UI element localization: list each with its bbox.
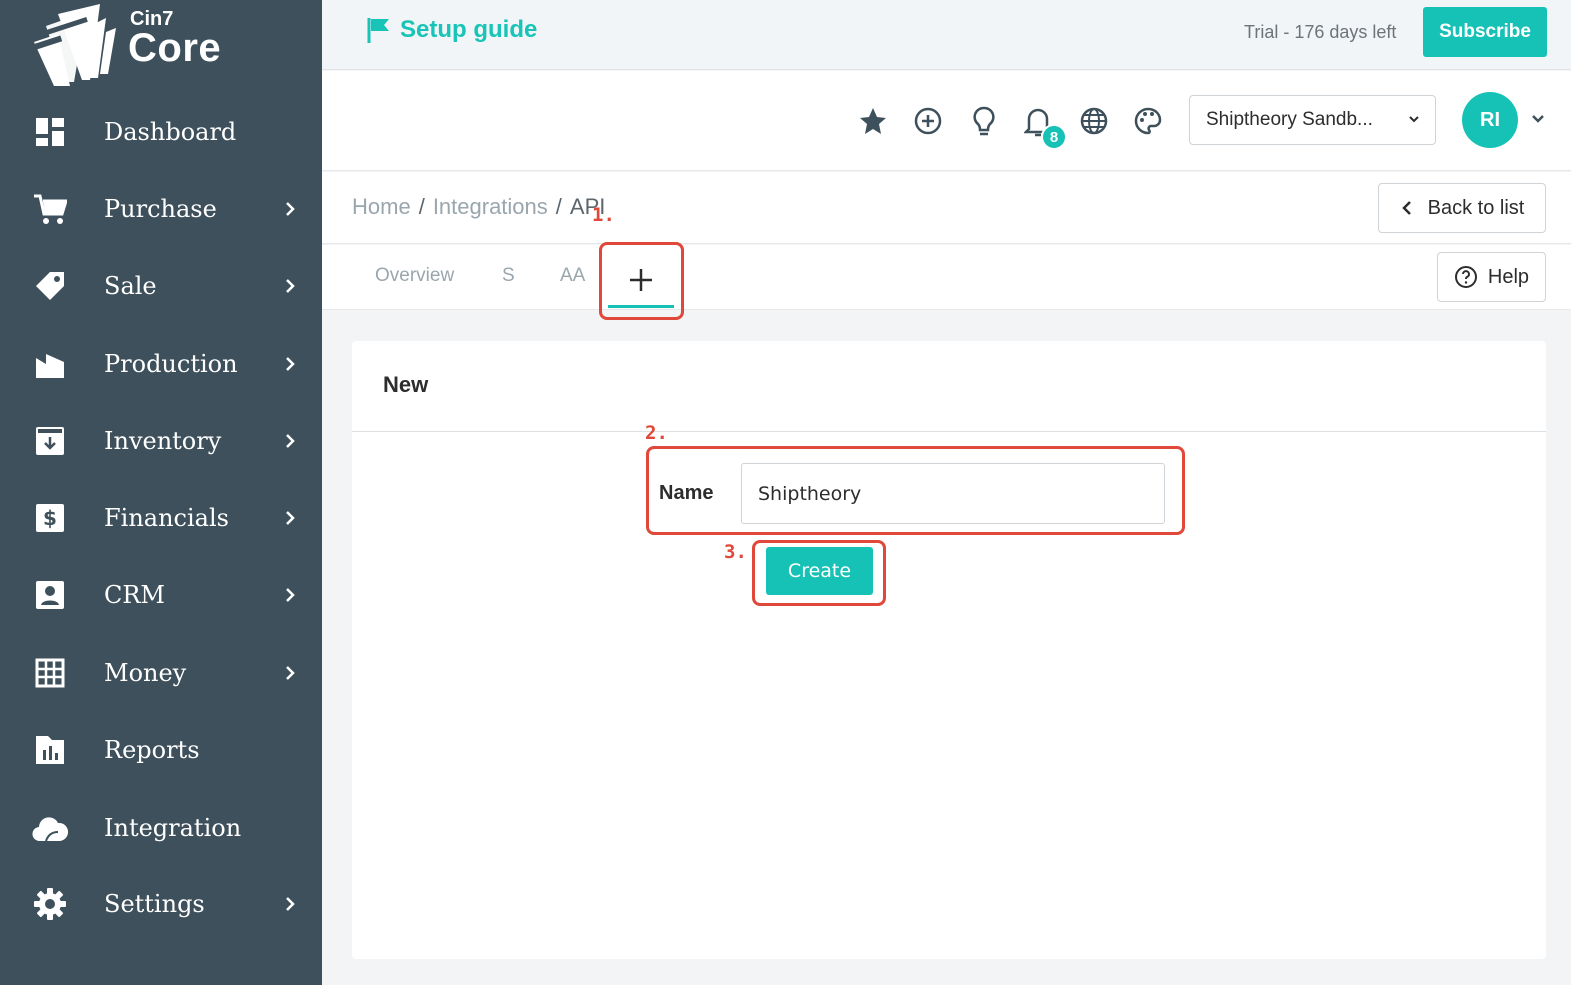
setup-guide-label: Setup guide <box>400 16 538 43</box>
inventory-icon <box>32 423 68 459</box>
contact-card-icon <box>32 577 68 613</box>
annotation-label-step2: 2. <box>645 422 668 444</box>
gear-icon <box>32 886 68 922</box>
help-circle-icon <box>1454 266 1477 288</box>
sidebar-item-label: Money <box>104 659 187 687</box>
chevron-down-icon <box>1409 116 1419 123</box>
back-to-list-button[interactable]: Back to list <box>1378 183 1546 233</box>
sidebar-item-label: Sale <box>104 272 157 300</box>
tab-s[interactable]: S <box>502 265 515 287</box>
help-button[interactable]: Help <box>1437 252 1546 302</box>
lightbulb-icon[interactable] <box>968 105 1000 137</box>
factory-icon <box>32 346 68 382</box>
dashboard-icon <box>32 114 68 150</box>
sidebar-item-money[interactable]: Money <box>0 643 322 703</box>
chevron-right-icon <box>286 588 295 602</box>
notification-count-badge: 8 <box>1041 124 1067 150</box>
sidebar-item-label: Financials <box>104 504 229 532</box>
sidebar-item-reports[interactable]: Reports <box>0 720 322 780</box>
sidebar-item-label: Production <box>104 350 238 378</box>
annotation-label-step3: 3. <box>724 541 747 563</box>
sidebar: Cin7 Core Dashboard Purchase Sale Produc… <box>0 0 322 985</box>
sidebar-item-dashboard[interactable]: Dashboard <box>0 102 322 162</box>
sidebar-item-label: Settings <box>104 890 205 918</box>
sidebar-item-label: Integration <box>104 814 242 842</box>
add-circle-icon[interactable] <box>912 105 944 137</box>
sidebar-item-crm[interactable]: CRM <box>0 565 322 625</box>
user-avatar[interactable]: RI <box>1462 92 1518 148</box>
help-label: Help <box>1487 265 1530 288</box>
sidebar-item-label: Inventory <box>104 427 222 455</box>
trial-status: Trial - 176 days left <box>1244 22 1397 42</box>
tab-aa[interactable]: AA <box>560 265 585 287</box>
chevron-right-icon <box>286 434 295 448</box>
sidebar-item-settings[interactable]: Settings <box>0 874 322 934</box>
cin7-core-logo[interactable]: Cin7 Core <box>28 2 268 88</box>
card-title: New <box>383 372 429 397</box>
cloud-icon <box>32 810 68 846</box>
plus-icon <box>630 269 652 291</box>
subscribe-button[interactable]: Subscribe <box>1423 7 1547 57</box>
sidebar-item-integration[interactable]: Integration <box>0 798 322 858</box>
company-name: Shiptheory Sandb... <box>1206 109 1373 130</box>
tab-overview[interactable]: Overview <box>375 265 454 287</box>
breadcrumb-integrations[interactable]: Integrations <box>433 194 548 220</box>
tag-icon <box>32 268 68 304</box>
tab-bar: Overview S AA Help <box>322 245 1571 310</box>
card-divider <box>352 431 1546 432</box>
annotation-label-step1: 1. <box>592 204 615 226</box>
dollar-icon: $ <box>32 500 68 536</box>
star-icon[interactable] <box>857 105 889 137</box>
grid-calculator-icon <box>32 655 68 691</box>
chevron-left-icon <box>1401 201 1411 215</box>
back-to-list-label: Back to list <box>1427 196 1525 219</box>
sidebar-item-financials[interactable]: $ Financials <box>0 488 322 548</box>
breadcrumb-separator: / <box>418 194 425 219</box>
bar-chart-icon <box>32 732 68 768</box>
header-toolbar: 8 Shiptheory Sandb... RI <box>322 71 1571 171</box>
add-tab-button[interactable] <box>608 255 674 305</box>
logo-text-bottom: Core <box>128 26 222 70</box>
palette-icon[interactable] <box>1132 105 1164 137</box>
cart-icon <box>32 191 68 227</box>
sidebar-item-production[interactable]: Production <box>0 334 322 394</box>
new-api-card: New Name Create <box>352 341 1546 959</box>
chevron-right-icon <box>286 897 295 911</box>
sidebar-item-inventory[interactable]: Inventory <box>0 411 322 471</box>
setup-bar: Setup guide Trial - 176 days left Subscr… <box>322 0 1571 70</box>
chevron-right-icon <box>286 357 295 371</box>
name-input[interactable] <box>741 463 1165 524</box>
svg-text:$: $ <box>43 506 57 530</box>
chevron-right-icon <box>286 202 295 216</box>
setup-guide-link[interactable]: Setup guide <box>366 16 537 44</box>
sidebar-item-label: CRM <box>104 581 166 609</box>
flag-icon <box>367 18 389 43</box>
sidebar-item-label: Reports <box>104 736 200 764</box>
chevron-right-icon <box>286 511 295 525</box>
breadcrumb-home[interactable]: Home <box>352 194 411 220</box>
breadcrumb: Home / Integrations / API <box>352 194 605 220</box>
sidebar-item-label: Dashboard <box>104 118 237 146</box>
breadcrumb-bar: Home / Integrations / API Back to list <box>322 172 1571 244</box>
chevron-right-icon <box>286 666 295 680</box>
create-button[interactable]: Create <box>766 547 873 595</box>
company-selector[interactable]: Shiptheory Sandb... <box>1189 95 1436 145</box>
sidebar-item-sale[interactable]: Sale <box>0 256 322 316</box>
globe-icon[interactable] <box>1078 105 1110 137</box>
chevron-right-icon <box>286 279 295 293</box>
sidebar-item-purchase[interactable]: Purchase <box>0 179 322 239</box>
breadcrumb-separator: / <box>555 194 562 219</box>
sidebar-item-label: Purchase <box>104 195 217 223</box>
chevron-down-icon[interactable] <box>1530 111 1546 127</box>
active-tab-indicator <box>608 305 674 308</box>
logo-mark-icon <box>31 4 116 86</box>
name-field-label: Name <box>659 482 714 504</box>
